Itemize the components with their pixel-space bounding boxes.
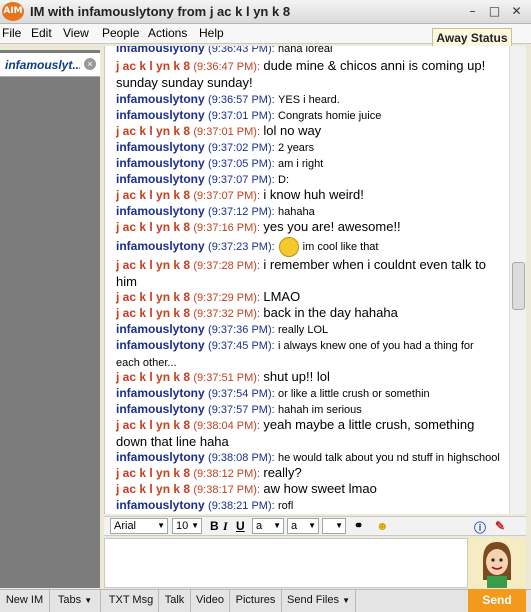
pictures-button[interactable]: Pictures: [230, 590, 282, 612]
chat-message: infamouslytony (9:36:43 PM): haha loreal: [116, 46, 333, 55]
chevron-down-icon: ▼: [84, 596, 93, 605]
size-select-value: 10: [176, 520, 189, 532]
format-toolbar: Arial ▼ 10 ▼ B I U a ▼ a ▼ ▼ ⚭ ☻ ⓘ ✎: [104, 516, 526, 536]
chat-message: infamouslytony (9:37:02 PM): 2 years: [116, 140, 315, 154]
tab-buddy-name: infamouslyt...: [5, 58, 80, 72]
send-files-button[interactable]: Send Files ▼: [282, 590, 356, 612]
chat-message: infamouslytony (9:37:05 PM): am i right: [116, 156, 324, 170]
new-im-button[interactable]: New IM: [0, 590, 50, 612]
chevron-down-icon: ▼: [335, 521, 343, 530]
chevron-down-icon: ▼: [342, 596, 350, 605]
menu-view[interactable]: View: [63, 26, 89, 40]
emoticon-picker-icon[interactable]: ☻: [376, 519, 389, 533]
chat-message: j ac k l yn k 8 (9:37:29 PM): LMAO: [116, 289, 301, 304]
chat-message: infamouslytony (9:37:45 PM): i always kn…: [116, 338, 474, 369]
chat-message: infamouslytony (9:37:36 PM): really LOL: [116, 322, 329, 336]
chat-message: infamouslytony (9:38:08 PM): he would ta…: [116, 450, 500, 464]
insert-link-icon[interactable]: ⚭: [354, 519, 363, 532]
chevron-down-icon: ▼: [157, 521, 165, 530]
conversation-tabs-pane: [0, 50, 100, 588]
video-button[interactable]: Video: [191, 590, 230, 612]
send-button[interactable]: Send: [468, 589, 526, 612]
chat-message: j ac k l yn k 8 (9:37:16 PM): yes you ar…: [116, 219, 401, 234]
chat-message: j ac k l yn k 8 (9:38:17 PM): aw how swe…: [116, 481, 377, 496]
menu-help[interactable]: Help: [199, 26, 224, 40]
away-status-button[interactable]: Away Status: [432, 28, 512, 48]
chat-message: infamouslytony (9:37:23 PM): im cool like…: [116, 237, 500, 257]
title-bar: AIM IM with infamouslytony from j ac k l…: [0, 0, 531, 24]
page-color-picker[interactable]: ▼: [322, 518, 346, 534]
scrollbar-thumb[interactable]: [512, 262, 525, 310]
txt-msg-button[interactable]: TXT Msg: [104, 590, 159, 612]
font-select[interactable]: Arial ▼: [110, 518, 168, 534]
message-input[interactable]: [104, 538, 468, 588]
tabs-button[interactable]: Tabs ▼: [50, 590, 101, 612]
chat-message: j ac k l yn k 8 (9:38:04 PM): yeah maybe…: [116, 417, 475, 449]
text-color-picker[interactable]: a ▼: [252, 518, 284, 534]
menu-edit[interactable]: Edit: [31, 26, 52, 40]
chat-message: j ac k l yn k 8 (9:37:01 PM): lol no way: [116, 123, 322, 138]
tools-icon[interactable]: ✎: [495, 519, 505, 533]
chat-message: j ac k l yn k 8 (9:37:51 PM): shut up!! …: [116, 369, 330, 384]
menu-actions[interactable]: Actions: [148, 26, 187, 40]
bold-button[interactable]: B: [210, 519, 219, 533]
chat-message: infamouslytony (9:37:12 PM): hahaha: [116, 204, 315, 218]
smiley-emoticon-icon: [278, 237, 299, 257]
size-select[interactable]: 10 ▼: [172, 518, 202, 534]
chat-message: j ac k l yn k 8 (9:36:47 PM): dude mine …: [116, 58, 486, 90]
chevron-down-icon: ▼: [308, 521, 316, 530]
minimize-icon[interactable]: –: [463, 2, 482, 20]
menu-file[interactable]: File: [2, 26, 21, 40]
chat-message: infamouslytony (9:37:57 PM): hahah im se…: [116, 402, 362, 416]
chevron-down-icon: ▼: [191, 521, 199, 530]
avatar: [468, 538, 526, 588]
conversation-tab[interactable]: infamouslyt... ×: [0, 53, 100, 77]
menu-people[interactable]: People: [102, 26, 139, 40]
tabs-button-label: Tabs: [57, 594, 82, 606]
background-color-picker[interactable]: a ▼: [287, 518, 319, 534]
talk-button[interactable]: Talk: [159, 590, 191, 612]
italic-button[interactable]: I: [223, 519, 228, 534]
aim-logo-icon: AIM: [2, 2, 24, 21]
text-color-value: a: [256, 520, 263, 532]
underline-button[interactable]: U: [236, 519, 245, 533]
info-icon[interactable]: ⓘ: [474, 519, 486, 536]
close-tab-icon[interactable]: ×: [84, 58, 96, 70]
chevron-down-icon: ▼: [273, 521, 281, 530]
chat-message: infamouslytony (9:37:07 PM): D:: [116, 172, 290, 186]
chat-message: infamouslytony (9:37:54 PM): or like a l…: [116, 386, 430, 400]
chat-transcript[interactable]: infamouslytony (9:36:43 PM): haha loreal…: [104, 46, 510, 514]
maximize-icon[interactable]: □: [485, 2, 504, 20]
chat-message: infamouslytony (9:36:57 PM): YES i heard…: [116, 92, 340, 106]
chat-message: j ac k l yn k 8 (9:37:07 PM): i know huh…: [116, 187, 364, 202]
send-files-label: Send Files: [287, 594, 339, 606]
chat-message: j ac k l yn k 8 (9:37:32 PM): back in th…: [116, 305, 398, 320]
chat-message: infamouslytony (9:38:21 PM): rofl: [116, 498, 294, 512]
font-select-value: Arial: [114, 520, 137, 532]
bottom-toolbar: New IM Tabs ▼ TXT Msg Talk Video Picture…: [0, 589, 531, 612]
chat-message: j ac k l yn k 8 (9:37:28 PM): i remember…: [116, 257, 486, 289]
close-icon[interactable]: ✕: [507, 2, 526, 20]
chat-scrollbar[interactable]: [509, 46, 526, 514]
buddy-icon-avatar: [468, 538, 526, 588]
background-color-value: a: [291, 520, 298, 532]
chat-message: j ac k l yn k 8 (9:38:12 PM): really?: [116, 465, 302, 480]
window-title: IM with infamouslytony from j ac k l yn …: [30, 4, 291, 19]
chat-message: infamouslytony (9:37:01 PM): Congrats ho…: [116, 108, 382, 122]
